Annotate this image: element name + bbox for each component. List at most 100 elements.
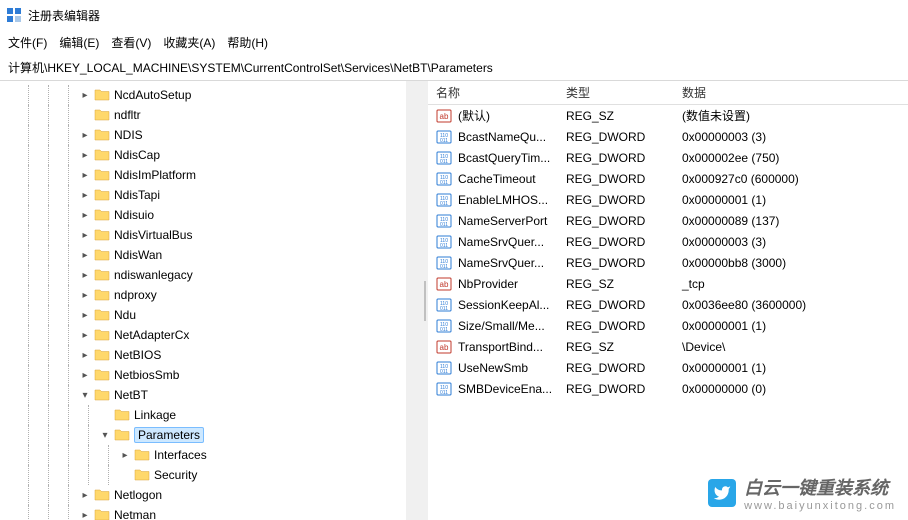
tree-item[interactable]: ndfltr [0, 105, 422, 125]
chevron-right-icon[interactable]: ▸ [78, 188, 92, 202]
value-name: EnableLMHOS... [458, 193, 548, 207]
folder-icon [94, 87, 110, 103]
menu-file[interactable]: 文件(F) [8, 34, 47, 51]
value-row[interactable]: ab(默认)REG_SZ(数值未设置) [428, 105, 908, 126]
chevron-right-icon[interactable]: ▸ [78, 268, 92, 282]
value-type: REG_DWORD [558, 361, 674, 375]
chevron-right-icon[interactable]: ▸ [78, 488, 92, 502]
list-pane[interactable]: 名称 类型 数据 ab(默认)REG_SZ(数值未设置)110011BcastN… [428, 81, 908, 520]
tree-item[interactable]: ▸Netman [0, 505, 422, 520]
content: ▸NcdAutoSetupndfltr▸NDIS▸NdisCap▸NdisImP… [0, 81, 908, 520]
folder-icon [94, 267, 110, 283]
tree-item[interactable]: ▸Netlogon [0, 485, 422, 505]
value-row[interactable]: 110011BcastNameQu...REG_DWORD0x00000003 … [428, 126, 908, 147]
tree-item[interactable]: ▸NdisVirtualBus [0, 225, 422, 245]
menu-fav[interactable]: 收藏夹(A) [163, 34, 215, 51]
string-value-icon: ab [436, 108, 452, 124]
tree-item[interactable]: ▸ NdisWan [0, 245, 422, 265]
chevron-right-icon[interactable]: ▸ [78, 508, 92, 520]
chevron-right-icon[interactable]: ▸ [78, 128, 92, 142]
chevron-right-icon[interactable]: ▸ [78, 148, 92, 162]
chevron-right-icon[interactable]: ▸ [78, 208, 92, 222]
chevron-down-icon[interactable]: ▾ [98, 428, 112, 442]
value-row[interactable]: abTransportBind...REG_SZ\Device\ [428, 336, 908, 357]
chevron-down-icon[interactable]: ▾ [78, 388, 92, 402]
chevron-right-icon[interactable]: ▸ [78, 348, 92, 362]
chevron-right-icon[interactable]: ▸ [78, 88, 92, 102]
tree-item[interactable]: ▸ndiswanlegacy [0, 265, 422, 285]
tree-item[interactable]: ▸Ndisuio [0, 205, 422, 225]
chevron-right-icon[interactable]: ▸ [78, 228, 92, 242]
chevron-right-icon[interactable]: ▸ [78, 248, 92, 262]
tree-label: Linkage [134, 408, 176, 422]
col-type[interactable]: 类型 [558, 84, 674, 101]
tree-item[interactable]: Security [0, 465, 422, 485]
value-row[interactable]: 110011UseNewSmbREG_DWORD0x00000001 (1) [428, 357, 908, 378]
watermark-icon [708, 479, 736, 507]
tree-label: Interfaces [154, 448, 207, 462]
tree-item[interactable]: ▸ NdisTapi [0, 185, 422, 205]
value-row[interactable]: 110011CacheTimeoutREG_DWORD0x000927c0 (6… [428, 168, 908, 189]
value-row[interactable]: 110011SessionKeepAl...REG_DWORD0x0036ee8… [428, 294, 908, 315]
address-bar[interactable]: 计算机\HKEY_LOCAL_MACHINE\SYSTEM\CurrentCon… [0, 55, 908, 81]
col-data[interactable]: 数据 [674, 84, 908, 101]
chevron-right-icon[interactable]: ▸ [78, 328, 92, 342]
watermark-main: 白云一键重装系统 [744, 474, 896, 500]
menu-view[interactable]: 查看(V) [111, 34, 151, 51]
tree-label: ndproxy [114, 288, 157, 302]
folder-icon [114, 427, 130, 443]
value-data: 0x00000001 (1) [674, 361, 908, 375]
watermark: 白云一键重装系统 www.baiyunxitong.com [708, 474, 896, 512]
tree-item[interactable]: ▸NcdAutoSetup [0, 85, 422, 105]
value-type: REG_DWORD [558, 235, 674, 249]
value-name-cell: 110011NameSrvQuer... [428, 234, 558, 250]
chevron-right-icon[interactable]: ▸ [118, 448, 132, 462]
tree-item[interactable]: ▸NetBIOS [0, 345, 422, 365]
tree-item[interactable]: ▾Parameters [0, 425, 422, 445]
value-row[interactable]: 110011NameSrvQuer...REG_DWORD0x00000bb8 … [428, 252, 908, 273]
chevron-right-icon[interactable]: ▸ [78, 288, 92, 302]
window: 注册表编辑器 文件(F) 编辑(E) 查看(V) 收藏夹(A) 帮助(H) 计算… [0, 0, 908, 520]
tree-item[interactable]: ▸ NdisImPlatform [0, 165, 422, 185]
chevron-right-icon[interactable]: ▸ [78, 368, 92, 382]
tree-pane[interactable]: ▸NcdAutoSetupndfltr▸NDIS▸NdisCap▸NdisImP… [0, 81, 422, 520]
tree-label: NdisImPlatform [114, 168, 196, 182]
tree-item[interactable]: ▸Ndu [0, 305, 422, 325]
value-row[interactable]: 110011EnableLMHOS...REG_DWORD0x00000001 … [428, 189, 908, 210]
tree-scrollbar[interactable] [406, 81, 422, 520]
tree-item[interactable]: Linkage [0, 405, 422, 425]
value-type: REG_DWORD [558, 256, 674, 270]
value-row[interactable]: 110011NameServerPortREG_DWORD0x00000089 … [428, 210, 908, 231]
value-name-cell: 110011Size/Small/Me... [428, 318, 558, 334]
tree-item[interactable]: ▸ ndproxy [0, 285, 422, 305]
tree-label: NdisWan [114, 248, 162, 262]
tree-item[interactable]: ▸NDIS [0, 125, 422, 145]
value-row[interactable]: 110011Size/Small/Me...REG_DWORD0x0000000… [428, 315, 908, 336]
value-data: 0x00000003 (3) [674, 235, 908, 249]
svg-text:011: 011 [440, 243, 448, 249]
value-row[interactable]: 110011NameSrvQuer...REG_DWORD0x00000003 … [428, 231, 908, 252]
tree-item[interactable]: ▾NetBT [0, 385, 422, 405]
value-row[interactable]: abNbProviderREG_SZ_tcp [428, 273, 908, 294]
col-name[interactable]: 名称 [428, 84, 558, 101]
value-name: SMBDeviceEna... [458, 382, 552, 396]
menu-edit[interactable]: 编辑(E) [59, 34, 99, 51]
menu-help[interactable]: 帮助(H) [227, 34, 268, 51]
value-type: REG_DWORD [558, 130, 674, 144]
value-type: REG_DWORD [558, 319, 674, 333]
value-name: NameSrvQuer... [458, 256, 544, 270]
value-row[interactable]: 110011BcastQueryTim...REG_DWORD0x000002e… [428, 147, 908, 168]
chevron-right-icon[interactable]: ▸ [78, 168, 92, 182]
folder-icon [94, 247, 110, 263]
tree-item[interactable]: ▸NetbiosSmb [0, 365, 422, 385]
value-row[interactable]: 110011SMBDeviceEna...REG_DWORD0x00000000… [428, 378, 908, 399]
chevron-right-icon[interactable]: ▸ [78, 308, 92, 322]
folder-icon [94, 307, 110, 323]
tree-label: NdisCap [114, 148, 160, 162]
value-type: REG_DWORD [558, 214, 674, 228]
tree-item[interactable]: ▸NetAdapterCx [0, 325, 422, 345]
tree-item[interactable]: ▸ NdisCap [0, 145, 422, 165]
tree-item[interactable]: ▸ Interfaces [0, 445, 422, 465]
tree-label: NdisTapi [114, 188, 160, 202]
folder-icon [94, 147, 110, 163]
